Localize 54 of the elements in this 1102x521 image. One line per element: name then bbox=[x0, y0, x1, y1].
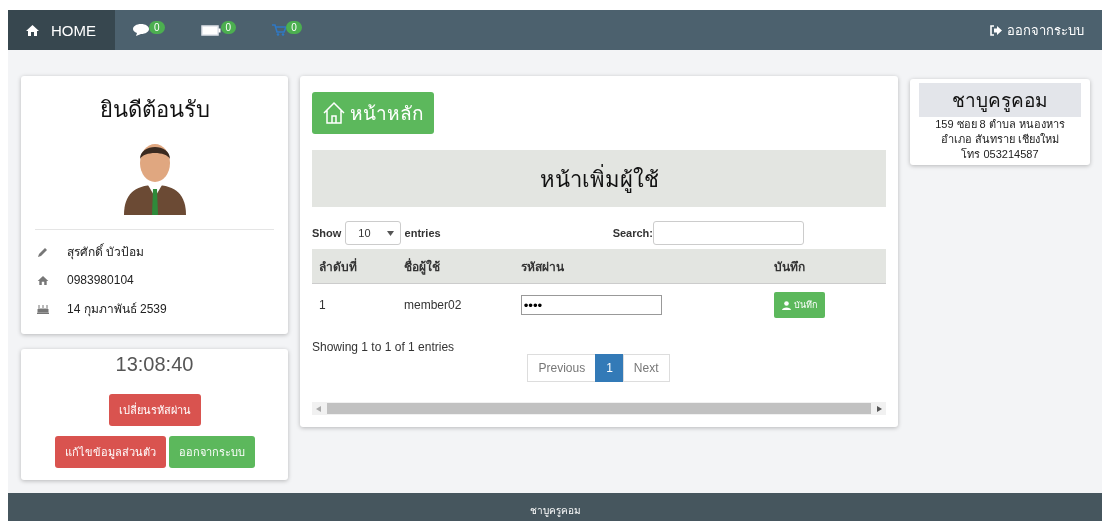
logout-link[interactable]: ออกจากระบบ bbox=[972, 10, 1102, 50]
profile-detail: 0983980104 bbox=[67, 273, 134, 287]
nav-item[interactable]: HOME bbox=[8, 10, 115, 50]
action-button[interactable]: แก้ไขข้อมูลส่วนตัว bbox=[54, 436, 166, 468]
search-field[interactable] bbox=[653, 221, 804, 245]
action-button[interactable]: ออกจากระบบ bbox=[168, 436, 255, 468]
password-field[interactable]: •••• bbox=[520, 295, 662, 315]
nav-item[interactable]: 0 bbox=[182, 10, 255, 50]
battery-icon bbox=[200, 24, 221, 36]
page-size-select[interactable]: 10 bbox=[345, 221, 401, 245]
welcome-title: ยินดีต้อนรับ bbox=[99, 96, 210, 124]
left-arrow-icon[interactable] bbox=[316, 405, 321, 412]
house-icon bbox=[322, 101, 346, 125]
page-heading: หน้าเพิ่มผู้ใช้ bbox=[312, 150, 886, 207]
home-button[interactable]: หน้าหลัก bbox=[312, 92, 434, 134]
page-link[interactable]: Next bbox=[622, 354, 670, 382]
shop-name: ชาบูครูคอม bbox=[919, 83, 1081, 117]
count-badge: 0 bbox=[286, 20, 302, 34]
count-badge: 0 bbox=[220, 20, 237, 34]
search-label: Search: bbox=[612, 227, 653, 239]
table-cell: member02 bbox=[404, 298, 462, 312]
column-header: บันทึก bbox=[767, 249, 886, 284]
column-header: ชื่อผู้ใช้ bbox=[397, 249, 514, 284]
count-badge: 0 bbox=[149, 20, 165, 34]
speech-bubble-icon bbox=[133, 24, 149, 36]
nav-item[interactable]: 0 bbox=[254, 10, 320, 50]
user-icon bbox=[782, 300, 791, 310]
change-password-button[interactable]: เปลี่ยนรหัสผ่าน bbox=[108, 394, 201, 426]
cake-icon bbox=[37, 303, 49, 314]
shop-address-line: โทร 053214587 bbox=[960, 147, 1040, 162]
profile-detail: สุรศักดิ์ บัวป้อม bbox=[67, 242, 145, 261]
page-link[interactable]: 1 bbox=[595, 354, 624, 382]
nav-item[interactable]: 0 bbox=[115, 10, 183, 50]
scrollbar-thumb[interactable] bbox=[327, 403, 871, 414]
sign-out-icon bbox=[990, 24, 1002, 36]
right-arrow-icon[interactable] bbox=[877, 405, 882, 412]
clock-time: 13:08:40 bbox=[115, 353, 194, 376]
home-icon bbox=[26, 24, 39, 36]
table-info: Showing 1 to 1 of 1 entries bbox=[312, 340, 456, 354]
profile-detail: 14 กุมภาพันธ์ 2539 bbox=[67, 301, 167, 318]
entries-label: entries bbox=[404, 227, 441, 239]
footer-text: ชาบูครูคอม bbox=[529, 504, 581, 518]
caret-icon bbox=[386, 230, 394, 236]
shop-address-line: 159 ซอย 8 ตำบล หนองหาร bbox=[934, 117, 1066, 132]
show-label: Show bbox=[312, 227, 342, 239]
save-button[interactable]: บันทึก bbox=[774, 292, 825, 318]
cart-icon bbox=[272, 24, 287, 36]
home-icon bbox=[37, 275, 49, 285]
shop-address-line: อำเภอ สันทราย เชียงใหม่ bbox=[939, 132, 1061, 147]
table-cell: 1 bbox=[319, 298, 326, 312]
nav-label: HOME bbox=[51, 21, 96, 39]
column-header: ลำดับที่ bbox=[312, 249, 397, 284]
pencil-icon bbox=[37, 246, 49, 257]
column-header: รหัสผ่าน bbox=[513, 249, 767, 284]
